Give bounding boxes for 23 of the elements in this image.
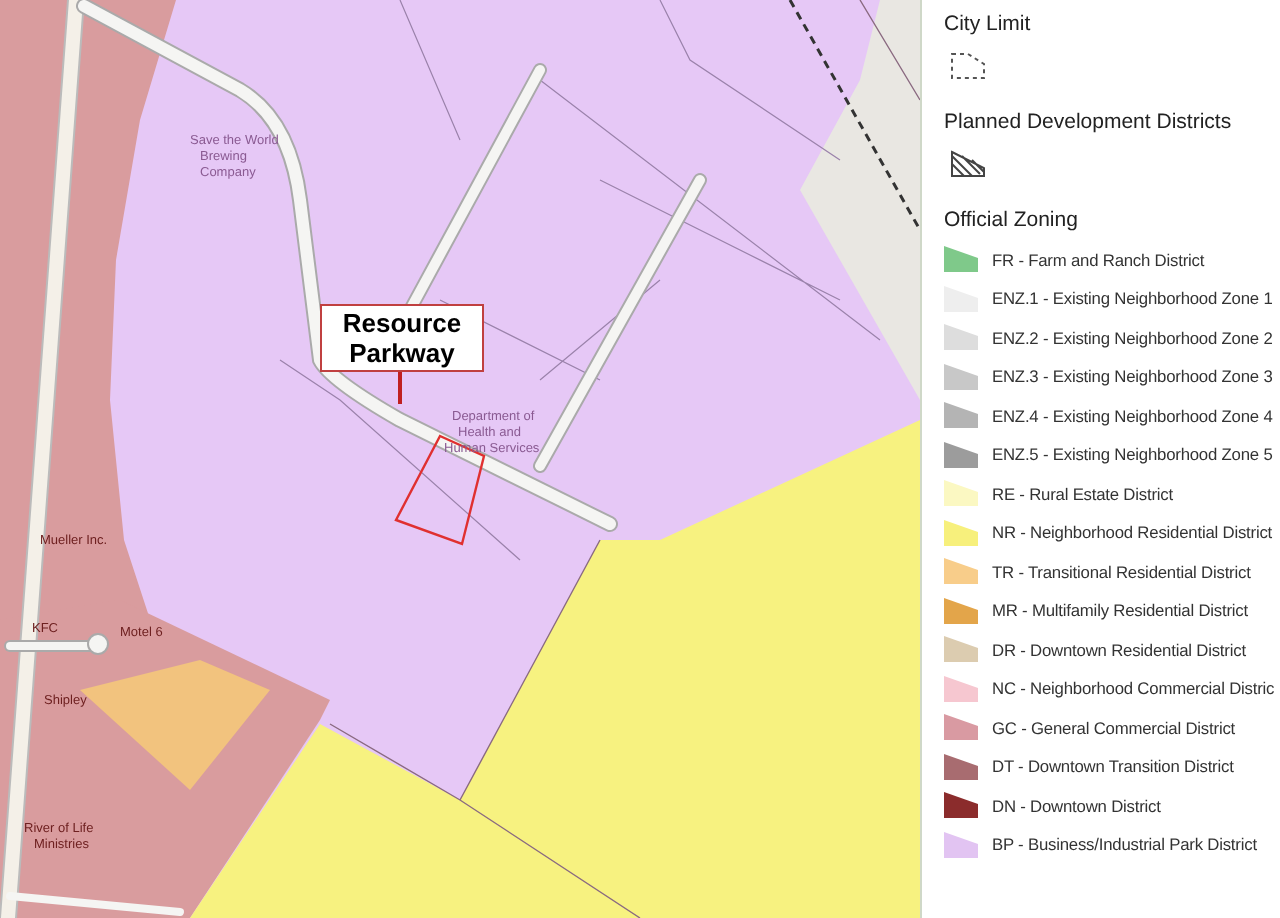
legend-title: Planned Development Districts xyxy=(944,110,1234,134)
parcel-outline xyxy=(394,434,486,546)
callout-label: Resource Parkway xyxy=(320,304,484,372)
zone-label: TR - Transitional Residential District xyxy=(992,561,1251,582)
hatched-shape-icon xyxy=(948,148,988,180)
zone-label: ENZ.1 - Existing Neighborhood Zone 1 xyxy=(992,288,1273,309)
zone-label: BP - Business/Industrial Park District xyxy=(992,834,1257,855)
zone-label: RE - Rural Estate District xyxy=(992,483,1173,504)
zone-label: GC - General Commercial District xyxy=(992,717,1236,738)
zone-label: ENZ.2 - Existing Neighborhood Zone 2 xyxy=(992,327,1273,348)
zone-label: ENZ.3 - Existing Neighborhood Zone 3 xyxy=(992,366,1273,387)
zone-label: NC - Neighborhood Commercial Distric xyxy=(992,678,1275,699)
zone-label: FR - Farm and Ranch District xyxy=(992,249,1205,270)
zone-label: DN - Downtown District xyxy=(992,795,1161,816)
zone-label: ENZ.4 - Existing Neighborhood Zone 4 xyxy=(992,405,1273,426)
legend-title: City Limit xyxy=(944,12,1033,36)
zone-label: DT - Downtown Transition District xyxy=(992,756,1234,777)
dashed-boundary-icon xyxy=(948,50,988,82)
zone-label: MR - Multifamily Residential District xyxy=(992,600,1248,621)
zone-label: DR - Downtown Residential District xyxy=(992,639,1246,660)
legend-title: Official Zoning xyxy=(944,208,1080,232)
zone-label: NR - Neighborhood Residential District xyxy=(992,522,1273,543)
zone-label: ENZ.5 - Existing Neighborhood Zone 5 xyxy=(992,444,1273,465)
